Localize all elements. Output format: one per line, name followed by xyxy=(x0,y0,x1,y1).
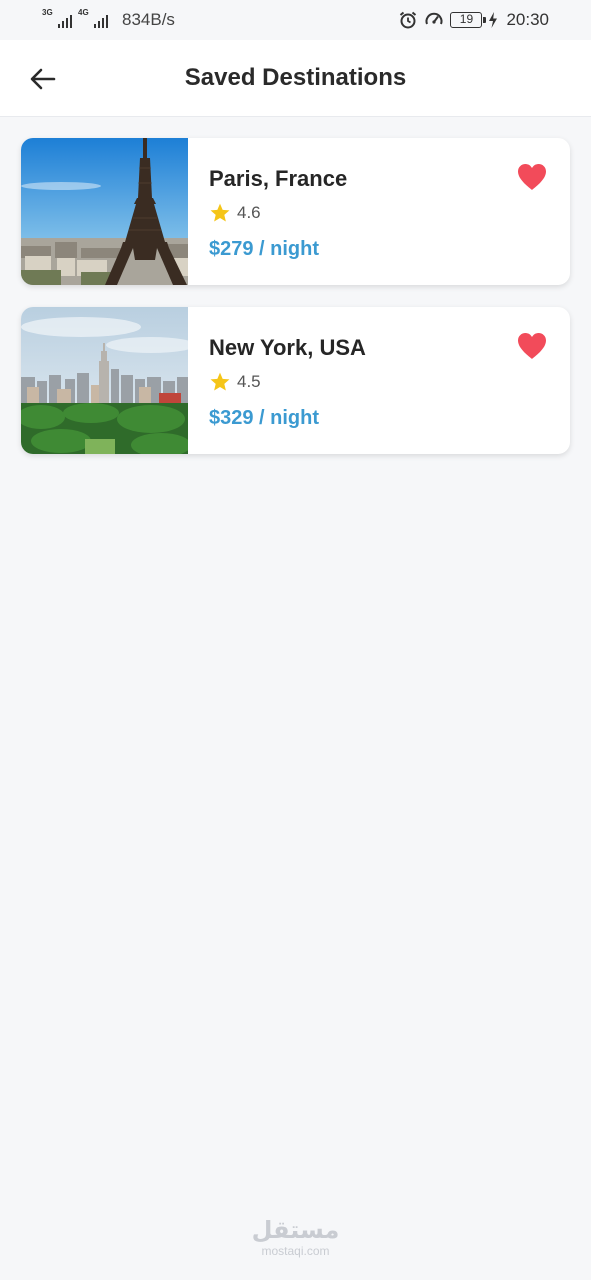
destination-name: New York, USA xyxy=(209,335,366,360)
network-label-3g: 3G xyxy=(42,8,53,17)
rating-value: 4.6 xyxy=(237,203,261,222)
star-icon xyxy=(210,203,230,222)
heart-icon xyxy=(518,164,546,190)
favorite-button[interactable] xyxy=(516,331,548,361)
favorite-button[interactable] xyxy=(516,162,548,192)
watermark-latin: mostaqi.com xyxy=(261,1244,330,1258)
battery-icon: 19 xyxy=(450,12,487,28)
heart-icon xyxy=(518,333,546,359)
rating-value: 4.5 xyxy=(237,372,261,391)
destination-card[interactable]: New York, USA 4.5 $329 / night xyxy=(21,307,570,454)
signal-3g-icon: 3G xyxy=(42,8,72,30)
destination-price: $329 / night xyxy=(209,407,320,429)
watermark-logo: مستقل mostaqi.com xyxy=(0,1217,591,1259)
destination-name: Paris, France xyxy=(209,166,348,191)
destination-image-paris xyxy=(21,138,188,285)
status-left: 3G 4G 834B/s xyxy=(42,8,175,30)
charging-icon xyxy=(489,12,498,28)
star-icon xyxy=(210,372,230,391)
destination-image-new-york xyxy=(21,307,188,454)
battery-level: 19 xyxy=(459,12,474,26)
network-label-4g: 4G xyxy=(78,8,89,17)
status-right: 19 20:30 xyxy=(398,10,549,30)
destination-rating: 4.6 xyxy=(209,202,261,224)
app-bar: Saved Destinations xyxy=(0,40,591,117)
watermark-arabic: مستقل xyxy=(251,1217,340,1244)
clock: 20:30 xyxy=(506,10,549,29)
destination-rating: 4.5 xyxy=(209,371,261,393)
signal-4g-icon: 4G xyxy=(78,8,108,30)
destination-card[interactable]: Paris, France 4.6 $279 / night xyxy=(21,138,570,285)
destination-price: $279 / night xyxy=(209,238,320,260)
data-saver-icon xyxy=(425,12,443,25)
page-title: Saved Destinations xyxy=(184,64,407,91)
network-speed: 834B/s xyxy=(122,10,175,29)
alarm-icon xyxy=(400,11,417,29)
status-bar: 3G 4G 834B/s 19 20:30 xyxy=(0,0,591,40)
